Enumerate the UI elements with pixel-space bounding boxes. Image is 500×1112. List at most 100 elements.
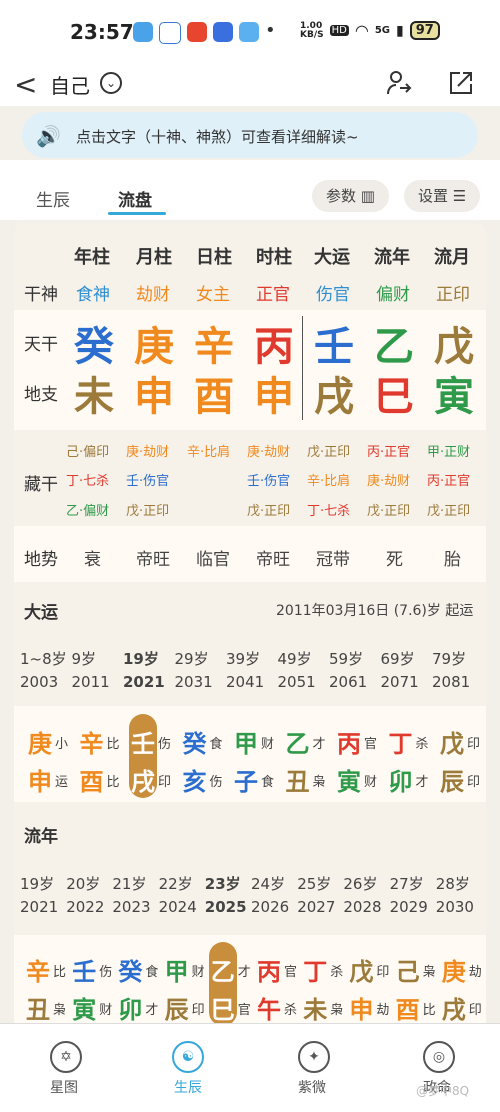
- liunian-gan-6[interactable]: 丁: [303, 952, 327, 987]
- dayun-zhi-tag-6[interactable]: 财: [364, 771, 377, 790]
- liunian-age-9[interactable]: 28岁: [436, 873, 470, 894]
- dayun-zhi-4[interactable]: 子: [234, 762, 258, 797]
- dayun-zhi-0[interactable]: 申: [28, 762, 52, 797]
- dayun-gan-tag-6[interactable]: 官: [364, 733, 377, 752]
- liunian-zhi-0[interactable]: 丑: [26, 990, 50, 1025]
- dayun-zhi-tag-7[interactable]: 才: [416, 771, 429, 790]
- ten-god-year[interactable]: 食神: [76, 280, 110, 305]
- share-icon[interactable]: [448, 70, 474, 96]
- liunian-zhi-8[interactable]: 酉: [396, 990, 420, 1025]
- liunian-gan-tag-7[interactable]: 印: [376, 961, 389, 980]
- dayun-year-4[interactable]: 2041: [226, 673, 264, 691]
- liunian-zhi-7[interactable]: 申: [349, 990, 373, 1025]
- nav-star-chart[interactable]: 星图: [50, 1077, 78, 1097]
- dayun-gan-3[interactable]: 癸: [183, 724, 207, 759]
- dayun-year-5[interactable]: 2051: [278, 673, 316, 691]
- dayun-gan-7[interactable]: 丁: [389, 724, 413, 759]
- dayun-zhi-tag-5[interactable]: 枭: [313, 771, 326, 790]
- liunian-zhi-tag-7[interactable]: 劫: [376, 999, 389, 1018]
- dizhi-day[interactable]: 酉: [194, 364, 234, 422]
- liunian-gan-tag-8[interactable]: 枭: [423, 961, 436, 980]
- canggan-year-1[interactable]: 己·偏印: [66, 441, 109, 460]
- star-chart-icon[interactable]: ✡: [50, 1041, 82, 1073]
- liunian-gan-tag-0[interactable]: 比: [53, 961, 66, 980]
- canggan-month-2[interactable]: 壬·伤官: [126, 470, 169, 489]
- canggan-liunian-3[interactable]: 戊·正印: [367, 500, 410, 519]
- canggan-month-3[interactable]: 戊·正印: [126, 500, 169, 519]
- dishi-dayun[interactable]: 冠带: [316, 545, 350, 570]
- liunian-age-7[interactable]: 26岁: [343, 873, 377, 894]
- dizhi-liunian[interactable]: 巳: [374, 364, 414, 422]
- dayun-age-8[interactable]: 79岁: [432, 648, 466, 669]
- dayun-zhi-tag-3[interactable]: 伤: [210, 771, 223, 790]
- banner-text[interactable]: 点击文字（十神、神煞）可查看详细解读~: [76, 126, 359, 147]
- dayun-zhi-6[interactable]: 寅: [337, 762, 361, 797]
- page-title[interactable]: 自己: [50, 70, 90, 99]
- liunian-zhi-5[interactable]: 午: [257, 990, 281, 1025]
- liunian-gan-tag-1[interactable]: 伤: [99, 961, 112, 980]
- ten-god-month[interactable]: 劫财: [136, 280, 170, 305]
- dayun-gan-tag-1[interactable]: 比: [107, 733, 120, 752]
- liunian-year-8[interactable]: 2029: [390, 898, 428, 916]
- dayun-gan-tag-8[interactable]: 印: [467, 733, 480, 752]
- dayun-gan-tag-7[interactable]: 杀: [416, 733, 429, 752]
- ten-god-dayun[interactable]: 伤官: [316, 280, 350, 305]
- swap-user-icon[interactable]: [386, 70, 412, 96]
- dayun-zhi-tag-8[interactable]: 印: [467, 771, 480, 790]
- dishi-hour[interactable]: 帝旺: [256, 545, 290, 570]
- liunian-zhi-2[interactable]: 卯: [118, 990, 142, 1025]
- dayun-year-6[interactable]: 2061: [329, 673, 367, 691]
- dayun-zhi-8[interactable]: 辰: [440, 762, 464, 797]
- ten-god-day[interactable]: 女主: [196, 280, 230, 305]
- liunian-zhi-3[interactable]: 辰: [165, 990, 189, 1025]
- canggan-hour-2[interactable]: 壬·伤官: [247, 470, 290, 489]
- liunian-gan-3[interactable]: 甲: [165, 952, 189, 987]
- liunian-zhi-tag-3[interactable]: 印: [192, 999, 205, 1018]
- fate-icon[interactable]: ◎: [423, 1041, 455, 1073]
- dishi-year[interactable]: 衰: [84, 545, 101, 570]
- dayun-gan-tag-2[interactable]: 伤: [158, 733, 171, 752]
- nav-birth[interactable]: 生辰: [174, 1077, 202, 1097]
- settings-button[interactable]: 设置 ☰: [404, 180, 481, 212]
- dayun-age-6[interactable]: 59岁: [329, 648, 363, 669]
- canggan-liunian-1[interactable]: 丙·正官: [367, 441, 410, 460]
- liunian-year-1[interactable]: 2022: [66, 898, 104, 916]
- dayun-zhi-tag-1[interactable]: 比: [107, 771, 120, 790]
- dayun-zhi-1[interactable]: 酉: [80, 762, 104, 797]
- dishi-day[interactable]: 临官: [196, 545, 230, 570]
- liunian-zhi-tag-9[interactable]: 印: [469, 999, 482, 1018]
- dayun-gan-6[interactable]: 丙: [337, 724, 361, 759]
- liunian-gan-tag-3[interactable]: 财: [192, 961, 205, 980]
- canggan-month-1[interactable]: 庚·劫财: [126, 441, 169, 460]
- liunian-gan-8[interactable]: 己: [396, 952, 420, 987]
- liunian-year-5[interactable]: 2026: [251, 898, 289, 916]
- liunian-gan-9[interactable]: 庚: [442, 952, 466, 987]
- liunian-gan-tag-4[interactable]: 才: [238, 961, 251, 980]
- liunian-zhi-tag-2[interactable]: 才: [145, 999, 158, 1018]
- dizhi-year[interactable]: 未: [74, 364, 114, 422]
- dayun-zhi-tag-2[interactable]: 印: [158, 771, 171, 790]
- dayun-gan-tag-0[interactable]: 小: [55, 733, 68, 752]
- tab-birth[interactable]: 生辰: [36, 186, 70, 211]
- dayun-gan-tag-5[interactable]: 才: [313, 733, 326, 752]
- dayun-gan-tag-4[interactable]: 财: [261, 733, 274, 752]
- canggan-year-3[interactable]: 乙·偏财: [66, 500, 109, 519]
- nav-ziwei[interactable]: 紫微: [298, 1077, 326, 1097]
- liunian-age-0[interactable]: 19岁: [20, 873, 54, 894]
- dayun-age-4[interactable]: 39岁: [226, 648, 260, 669]
- canggan-day-1[interactable]: 辛·比肩: [187, 441, 230, 460]
- liunian-age-6[interactable]: 25岁: [297, 873, 331, 894]
- liunian-zhi-tag-1[interactable]: 财: [99, 999, 112, 1018]
- liunian-gan-4[interactable]: 乙: [211, 952, 235, 987]
- dayun-age-5[interactable]: 49岁: [278, 648, 312, 669]
- canggan-hour-1[interactable]: 庚·劫财: [247, 441, 290, 460]
- liunian-gan-tag-2[interactable]: 食: [145, 961, 158, 980]
- dishi-liuyue[interactable]: 胎: [444, 545, 461, 570]
- canggan-liuyue-1[interactable]: 甲·正财: [427, 441, 470, 460]
- dayun-gan-tag-3[interactable]: 食: [210, 733, 223, 752]
- liunian-year-2[interactable]: 2023: [112, 898, 150, 916]
- canggan-liuyue-3[interactable]: 戊·正印: [427, 500, 470, 519]
- chevron-down-icon[interactable]: ⌄: [100, 72, 122, 94]
- dayun-zhi-3[interactable]: 亥: [183, 762, 207, 797]
- dizhi-hour[interactable]: 申: [254, 364, 294, 422]
